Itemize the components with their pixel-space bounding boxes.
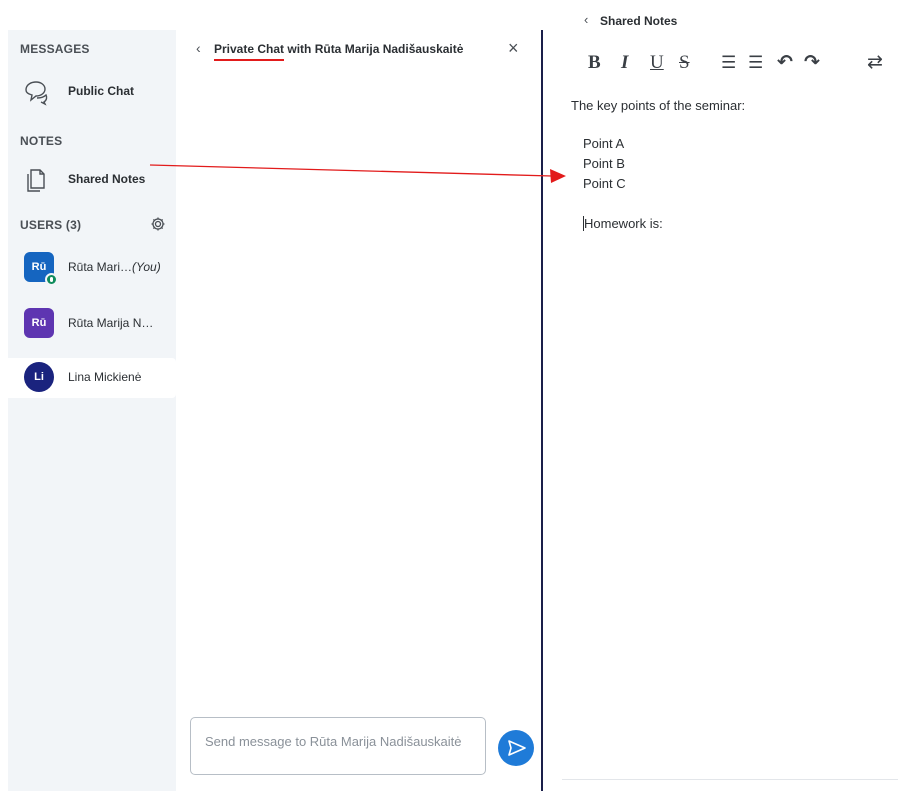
annotation-arrow (149, 164, 566, 183)
